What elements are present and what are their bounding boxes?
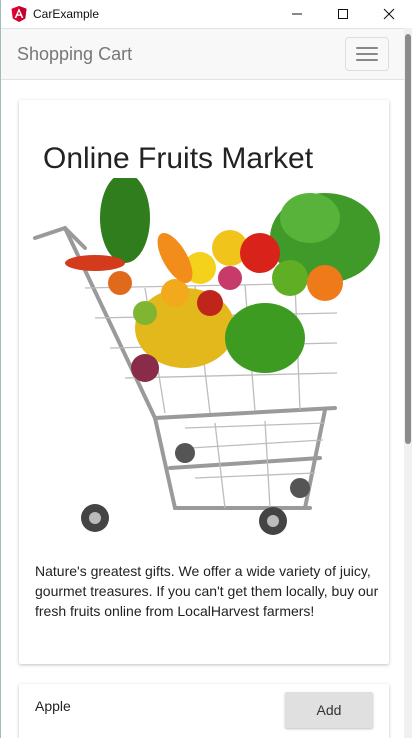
title-bar: CarExample bbox=[1, 0, 412, 28]
main-content: Online Fruits Market Nature's greatest g… bbox=[1, 80, 405, 738]
navbar-brand[interactable]: Shopping Cart bbox=[17, 44, 132, 65]
close-icon bbox=[383, 8, 395, 20]
navbar-toggle-button[interactable] bbox=[345, 37, 389, 71]
close-button[interactable] bbox=[366, 0, 412, 28]
shopping-cart-image bbox=[33, 178, 380, 535]
window-controls bbox=[274, 0, 412, 28]
maximize-icon bbox=[338, 9, 348, 19]
add-button[interactable]: Add bbox=[285, 692, 373, 728]
hamburger-bar bbox=[356, 53, 378, 55]
scrollbar-thumb[interactable] bbox=[405, 34, 411, 444]
minimize-icon bbox=[292, 13, 302, 15]
vertical-scrollbar[interactable] bbox=[404, 28, 412, 738]
minimize-button[interactable] bbox=[274, 0, 320, 28]
card-title: Online Fruits Market bbox=[43, 142, 314, 175]
hamburger-bar bbox=[356, 59, 378, 61]
app-window: CarExample Shopping Cart Online Fruits M… bbox=[0, 0, 412, 738]
window-title: CarExample bbox=[33, 7, 100, 21]
product-name: Apple bbox=[35, 698, 71, 714]
card-description: Nature's greatest gifts. We offer a wide… bbox=[35, 563, 379, 619]
angular-logo-icon bbox=[11, 6, 27, 22]
navbar: Shopping Cart bbox=[1, 28, 405, 80]
hamburger-bar bbox=[356, 47, 378, 49]
product-card: Apple Add bbox=[19, 684, 389, 738]
hero-card: Online Fruits Market Nature's greatest g… bbox=[19, 100, 389, 664]
maximize-button[interactable] bbox=[320, 0, 366, 28]
